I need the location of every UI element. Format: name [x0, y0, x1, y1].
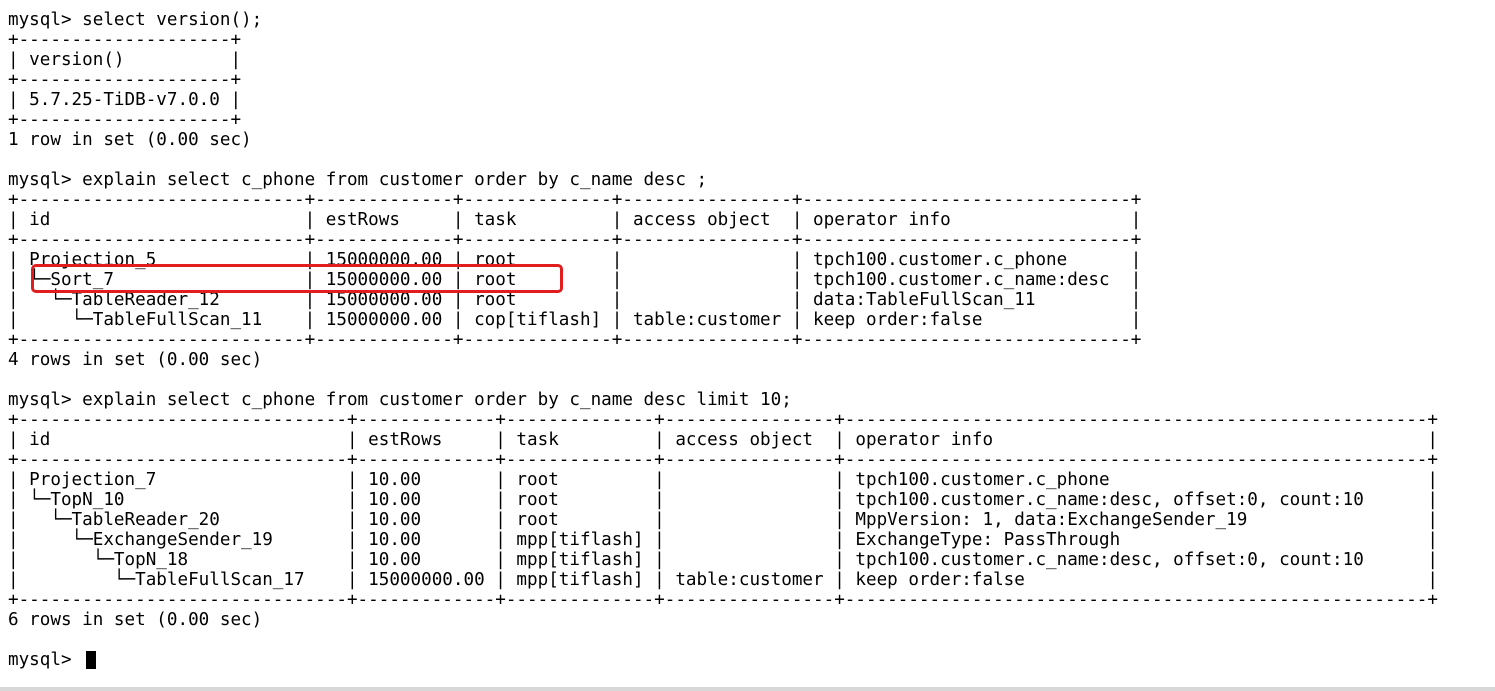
- terminal-line: | └─TableReader_12 | 15000000.00 | root …: [8, 290, 1142, 310]
- terminal-line: | └─TableFullScan_17 | 15000000.00 | mpp…: [8, 570, 1438, 590]
- terminal-line: | └─TableFullScan_11 | 15000000.00 | cop…: [8, 310, 1142, 330]
- terminal-line: mysql> explain select c_phone from custo…: [8, 390, 792, 410]
- terminal-line: +-------------------------------+-------…: [8, 590, 1438, 610]
- terminal-line: 1 row in set (0.00 sec): [8, 130, 252, 150]
- terminal-line: | └─TableReader_20 | 10.00 | root | | Mp…: [8, 510, 1438, 530]
- terminal-line: +---------------------------+-----------…: [8, 230, 1142, 250]
- terminal-line: +--------------------+: [8, 70, 242, 90]
- terminal-line: +-------------------------------+-------…: [8, 410, 1438, 430]
- terminal-line: +--------------------+: [8, 30, 242, 50]
- terminal-line: +---------------------------+-----------…: [8, 190, 1142, 210]
- highlight-annotation-box: [31, 264, 563, 293]
- text-cursor: [86, 651, 96, 669]
- window-bottom-border: [0, 687, 1495, 691]
- terminal-line: | Projection_7 | 10.00 | root | | tpch10…: [8, 470, 1438, 490]
- terminal-prompt-line: mysql>: [8, 650, 83, 670]
- terminal-line: | version() |: [8, 50, 242, 70]
- terminal-line: | └─TopN_18 | 10.00 | mpp[tiflash] | | t…: [8, 550, 1438, 570]
- terminal-line: | └─TopN_10 | 10.00 | root | | tpch100.c…: [8, 490, 1438, 510]
- terminal-line: 6 rows in set (0.00 sec): [8, 610, 263, 630]
- terminal-line: +--------------------+: [8, 110, 242, 130]
- terminal-line: | id | estRows | task | access object | …: [8, 210, 1142, 230]
- terminal-line: mysql> select version();: [8, 10, 263, 30]
- terminal-window[interactable]: mysql> select version(); +--------------…: [0, 0, 1495, 687]
- terminal-line: +---------------------------+-----------…: [8, 330, 1142, 350]
- terminal-line: +-------------------------------+-------…: [8, 450, 1438, 470]
- terminal-line: | id | estRows | task | access object | …: [8, 430, 1438, 450]
- terminal-line: | 5.7.25-TiDB-v7.0.0 |: [8, 90, 242, 110]
- terminal-line: 4 rows in set (0.00 sec): [8, 350, 263, 370]
- terminal-line: mysql> explain select c_phone from custo…: [8, 170, 708, 190]
- terminal-line: | └─ExchangeSender_19 | 10.00 | mpp[tifl…: [8, 530, 1438, 550]
